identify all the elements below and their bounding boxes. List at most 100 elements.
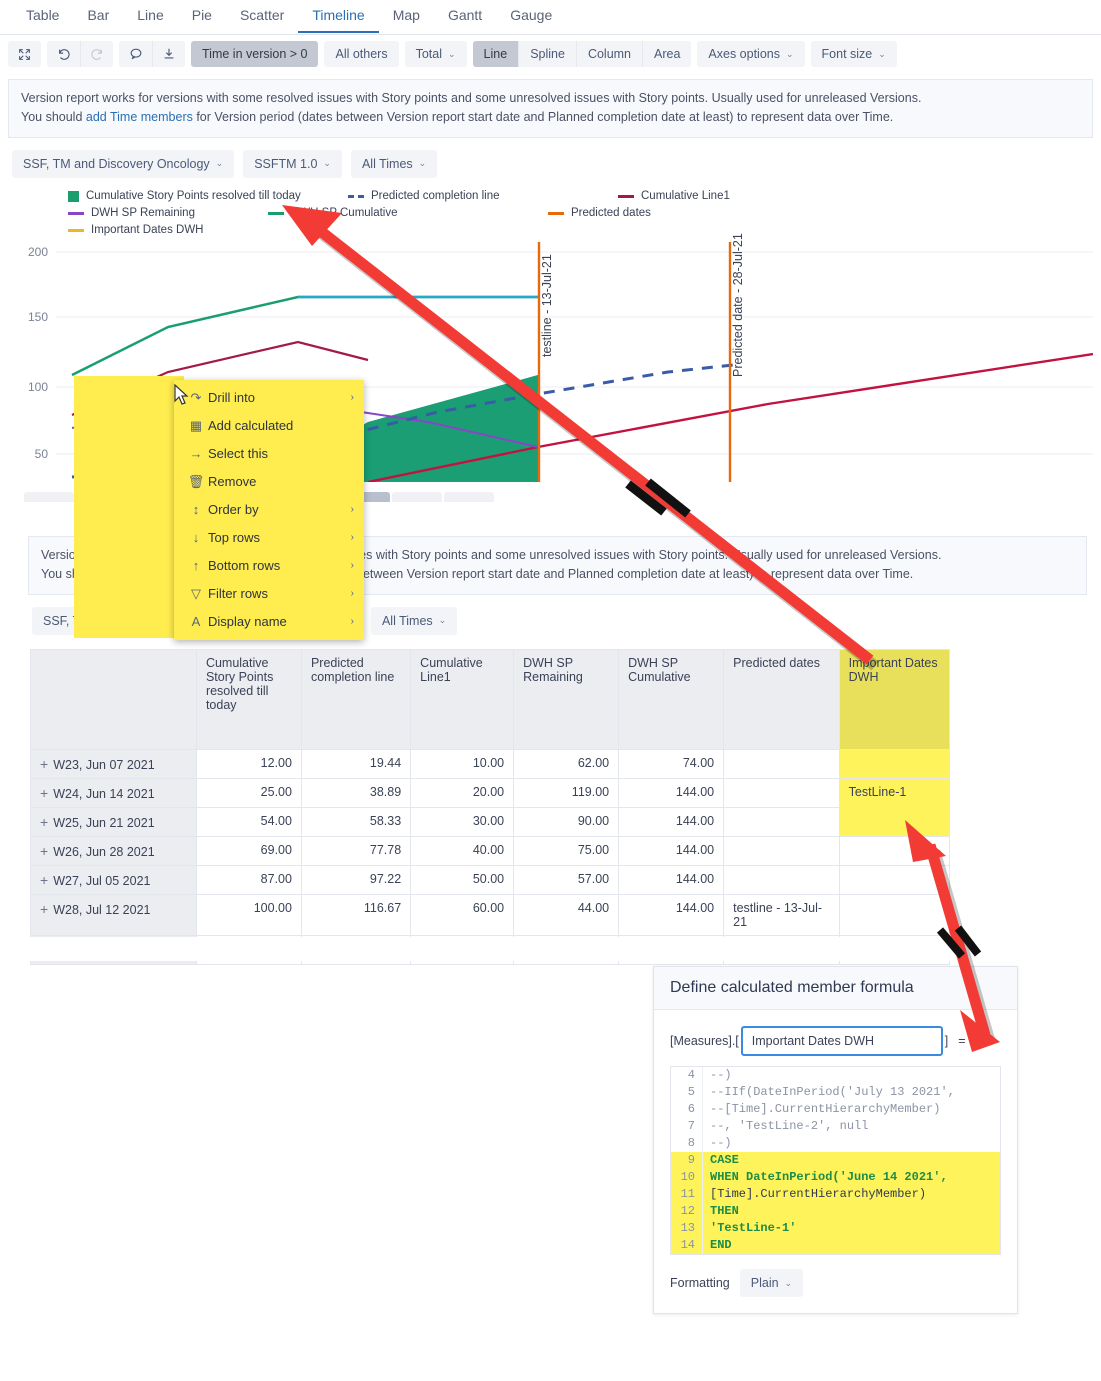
tab-gauge[interactable]: Gauge xyxy=(496,2,566,33)
table-row[interactable]: + W26, Jun 28 2021 69.00 77.78 40.00 75.0… xyxy=(30,835,951,866)
row-header-cell[interactable]: + W28, Jul 12 2021 xyxy=(30,893,197,936)
formatting-row: Formatting Plain ⌄ xyxy=(670,1269,1001,1298)
formula-code-editor[interactable]: 4 --) 5 --IIf(DateInPeriod('July 13 2021… xyxy=(670,1066,1001,1256)
svg-text:200: 200 xyxy=(28,245,48,259)
expand-row-icon[interactable]: + xyxy=(40,785,48,801)
column-header-cumulative-sp[interactable]: Cumulative Story Points resolved till to… xyxy=(195,648,302,750)
expand-row-icon[interactable]: + xyxy=(40,814,48,830)
cell-predicted-completion: 116.67 xyxy=(300,893,412,936)
font-size-dropdown[interactable]: Font size ⌄ xyxy=(810,41,897,67)
context-menu-item-drill-into[interactable]: ↷ Drill into › xyxy=(174,384,364,412)
context-menu-item-remove[interactable]: 🗑 Remove xyxy=(174,468,364,496)
cell-dwh-sp-cumulative: 144.00 xyxy=(618,777,725,808)
context-menu-item-display-name[interactable]: A Display name › xyxy=(174,608,364,636)
code-line-highlighted[interactable]: 10 WHEN DateInPeriod('June 14 2021', xyxy=(671,1169,1000,1187)
table-row[interactable]: + W24, Jun 14 2021 25.00 38.89 20.00 119.… xyxy=(30,777,951,808)
expand-row-icon[interactable]: + xyxy=(40,756,48,772)
row-header-cell[interactable]: + W24, Jun 14 2021 xyxy=(30,777,197,808)
redo-icon xyxy=(80,41,113,67)
row-header-cell[interactable]: + W27, Jul 05 2021 xyxy=(30,864,197,895)
code-line-number: 5 xyxy=(671,1084,703,1102)
expand-row-icon[interactable]: + xyxy=(40,843,48,859)
tab-pie[interactable]: Pie xyxy=(178,2,226,33)
context-menu-item-bottom-rows[interactable]: ↑ Bottom rows › xyxy=(174,552,364,580)
legend-item-dwh-sp-cumulative[interactable]: DWH SP Cumulative xyxy=(268,205,548,222)
code-line[interactable]: 4 --) xyxy=(671,1067,1000,1085)
code-line-highlighted[interactable]: 12 THEN xyxy=(671,1203,1000,1221)
cell-dwh-sp-cumulative: 74.00 xyxy=(618,748,725,779)
strip-button[interactable] xyxy=(392,492,442,502)
tab-bar[interactable]: Bar xyxy=(73,2,123,33)
time-in-version-filter-button[interactable]: Time in version > 0 xyxy=(191,41,319,67)
tab-map[interactable]: Map xyxy=(379,2,434,33)
strip-button[interactable] xyxy=(24,492,74,502)
filter-time-chip[interactable]: All Times ⌄ xyxy=(350,149,438,178)
chart-style-area[interactable]: Area xyxy=(642,41,692,67)
context-menu-item-top-rows[interactable]: ↓ Top rows › xyxy=(174,524,364,552)
column-header-predicted-completion[interactable]: Predicted completion line xyxy=(300,648,412,750)
code-line-highlighted[interactable]: 13 'TestLine-1' xyxy=(671,1220,1000,1238)
row-header-cell[interactable]: + W25, Jun 21 2021 xyxy=(30,806,197,837)
expand-icon[interactable] xyxy=(8,41,41,67)
chart-style-line[interactable]: Line xyxy=(472,41,519,67)
axes-options-dropdown[interactable]: Axes options ⌄ xyxy=(697,41,805,67)
all-others-button[interactable]: All others xyxy=(324,41,399,67)
row-header-cell[interactable]: + W26, Jun 28 2021 xyxy=(30,835,197,866)
tab-timeline[interactable]: Timeline xyxy=(298,2,379,33)
total-dropdown[interactable]: Total ⌄ xyxy=(404,41,467,67)
filter-version-chip[interactable]: SSFTM 1.0 ⌄ xyxy=(243,149,342,178)
context-menu-item-filter-rows[interactable]: ▽ Filter rows › xyxy=(174,580,364,608)
code-line-highlighted[interactable]: 14 END xyxy=(671,1237,1000,1255)
context-menu-item-select-this[interactable]: → Select this xyxy=(174,440,364,468)
code-line-highlighted[interactable]: 11 [Time].CurrentHierarchyMember) xyxy=(671,1186,1000,1204)
tab-gantt[interactable]: Gantt xyxy=(434,2,496,33)
table-row[interactable]: + W27, Jul 05 2021 87.00 97.22 50.00 57.0… xyxy=(30,864,951,895)
download-icon[interactable] xyxy=(152,41,185,67)
cell-predicted-completion: 97.22 xyxy=(300,864,412,895)
filter-time-chip-2[interactable]: All Times ⌄ xyxy=(370,606,458,635)
table-row[interactable]: + W25, Jun 21 2021 54.00 58.33 30.00 90.0… xyxy=(30,806,951,837)
filter-project-chip[interactable]: SSF, TM and Discovery Oncology ⌄ xyxy=(12,149,235,178)
tab-table[interactable]: Table xyxy=(12,2,73,33)
cell-important-dates-dwh xyxy=(838,748,951,779)
column-header-important-dates-dwh[interactable]: Important Dates DWH xyxy=(838,648,951,750)
tab-scatter[interactable]: Scatter xyxy=(226,2,298,33)
add-time-members-link[interactable]: add Time members xyxy=(86,110,193,124)
formatting-dropdown[interactable]: Plain ⌄ xyxy=(739,1269,804,1298)
legend-swatch-icon xyxy=(348,194,364,198)
legend-item-predicted-dates[interactable]: Predicted dates xyxy=(548,205,818,222)
legend-item-predicted-completion[interactable]: Predicted completion line xyxy=(348,188,618,205)
column-header-cumulative-line1[interactable]: Cumulative Line1 xyxy=(410,648,515,750)
expand-row-icon[interactable]: + xyxy=(40,901,48,917)
code-line[interactable]: 7 --, 'TestLine-2', null xyxy=(671,1118,1000,1136)
code-line-highlighted[interactable]: 9 CASE xyxy=(671,1152,1000,1170)
strip-button[interactable] xyxy=(444,492,494,502)
expand-row-icon[interactable]: + xyxy=(40,872,48,888)
table-row[interactable]: + W23, Jun 07 2021 12.00 19.44 10.00 62.0… xyxy=(30,748,951,779)
context-menu-item-add-calculated[interactable]: ▦ Add calculated xyxy=(174,412,364,440)
series-context-menu[interactable]: ↷ Drill into › ▦ Add calculated → Select… xyxy=(174,379,364,640)
measure-name-input[interactable] xyxy=(740,1026,943,1056)
chart-style-column[interactable]: Column xyxy=(575,41,643,67)
legend-item-cumulative-sp[interactable]: Cumulative Story Points resolved till to… xyxy=(68,188,348,205)
context-menu-label: Top rows xyxy=(208,530,261,546)
undo-icon[interactable] xyxy=(47,41,80,67)
table-row[interactable]: + W28, Jul 12 2021 100.00 116.67 60.00 44… xyxy=(30,893,951,936)
legend-item-cumulative-line1[interactable]: Cumulative Line1 xyxy=(618,188,896,205)
pivot-table: Cumulative Story Points resolved till to… xyxy=(30,648,951,965)
row-header-cell[interactable]: + W23, Jun 07 2021 xyxy=(30,748,197,779)
font-size-label: Font size xyxy=(821,47,873,61)
legend-item-dwh-sp-remaining[interactable]: DWH SP Remaining xyxy=(68,205,268,222)
code-line-text: THEN xyxy=(710,1204,739,1219)
column-header-dwh-sp-remaining[interactable]: DWH SP Remaining xyxy=(513,648,620,750)
chart-style-spline[interactable]: Spline xyxy=(518,41,576,67)
context-menu-item-order-by[interactable]: ↕ Order by › xyxy=(174,496,364,524)
tab-line[interactable]: Line xyxy=(123,2,177,33)
code-line[interactable]: 5 --IIf(DateInPeriod('July 13 2021', xyxy=(671,1084,1000,1102)
code-line[interactable]: 8 --) xyxy=(671,1135,1000,1153)
code-line[interactable]: 6 --[Time].CurrentHierarchyMember) xyxy=(671,1101,1000,1119)
column-header-dwh-sp-cumulative[interactable]: DWH SP Cumulative xyxy=(618,648,725,750)
comment-icon[interactable] xyxy=(119,41,152,67)
column-header-predicted-dates[interactable]: Predicted dates xyxy=(723,648,840,750)
column-header-rows[interactable] xyxy=(30,648,197,750)
